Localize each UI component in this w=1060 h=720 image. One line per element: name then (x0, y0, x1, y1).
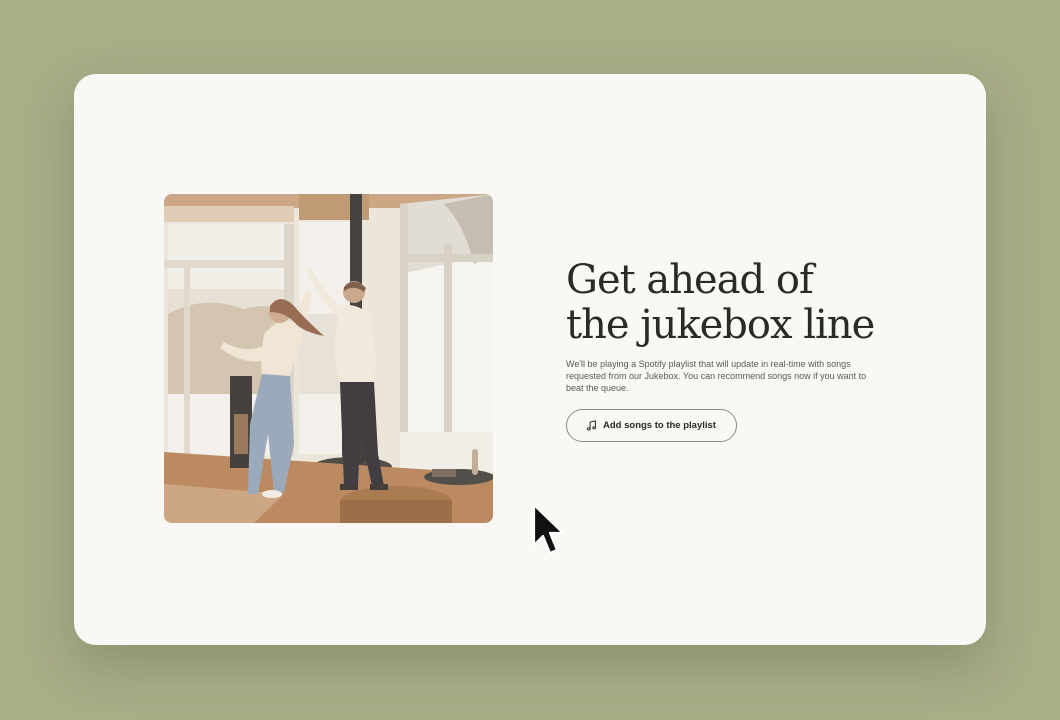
couple-dancing-photo (164, 194, 493, 523)
hero-content: Get ahead of the jukebox line We'll be p… (566, 258, 896, 442)
add-songs-button[interactable]: Add songs to the playlist (566, 409, 737, 442)
hero-headline: Get ahead of the jukebox line (566, 257, 875, 348)
add-songs-label: Add songs to the playlist (603, 420, 716, 431)
hero-description: We'll be playing a Spotify playlist that… (566, 359, 867, 393)
music-note-icon (586, 420, 597, 431)
mouse-pointer-icon (532, 503, 568, 557)
jukebox-card: Get ahead of the jukebox line We'll be p… (74, 74, 986, 645)
